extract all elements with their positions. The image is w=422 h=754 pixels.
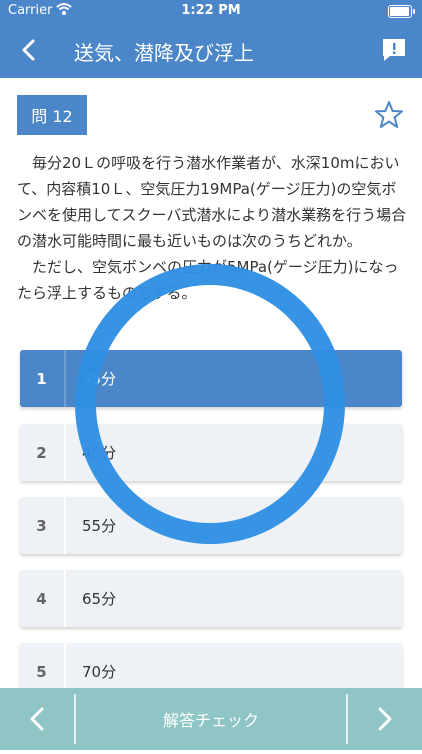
- next-question-button[interactable]: [348, 688, 422, 750]
- chevron-left-icon: [30, 707, 44, 731]
- report-button[interactable]: [380, 36, 408, 64]
- report-icon: [383, 39, 405, 61]
- back-button[interactable]: [14, 34, 46, 66]
- bookmark-button[interactable]: [374, 100, 404, 130]
- navigation-bar: 送気、潜降及び浮上: [0, 22, 422, 78]
- question-paragraph: 毎分20Ｌの呼吸を行う潜水作業者が、水深10mにおいて、内容積10Ｌ、空気圧力1…: [17, 154, 407, 250]
- bottom-toolbar: 解答チェック: [0, 688, 422, 750]
- previous-question-button[interactable]: [0, 688, 74, 750]
- choice-number: 1: [36, 369, 47, 388]
- chevron-right-icon: [378, 707, 392, 731]
- page-title: 送気、潜降及び浮上: [74, 41, 254, 65]
- choice-number: 4: [36, 589, 47, 608]
- choice-4[interactable]: 4 65分: [20, 570, 402, 627]
- status-bar: Carrier 1:22 PM: [0, 0, 422, 22]
- status-time: 1:22 PM: [181, 3, 241, 18]
- answer-check-button[interactable]: 解答チェック: [76, 688, 346, 750]
- choice-divider: [64, 497, 66, 554]
- choice-number: 3: [36, 516, 47, 535]
- question-number-badge: 問 12: [17, 95, 87, 135]
- choice-number: 2: [36, 443, 47, 462]
- choice-text: 55分: [82, 517, 117, 535]
- star-icon: [375, 101, 403, 128]
- choice-divider: [64, 424, 66, 481]
- choice-divider: [64, 570, 66, 627]
- touch-indicator-ring: [75, 264, 345, 544]
- chevron-left-icon: [22, 39, 35, 61]
- choice-text: 65分: [82, 590, 117, 608]
- battery-icon: [388, 5, 415, 18]
- choice-divider: [64, 350, 66, 407]
